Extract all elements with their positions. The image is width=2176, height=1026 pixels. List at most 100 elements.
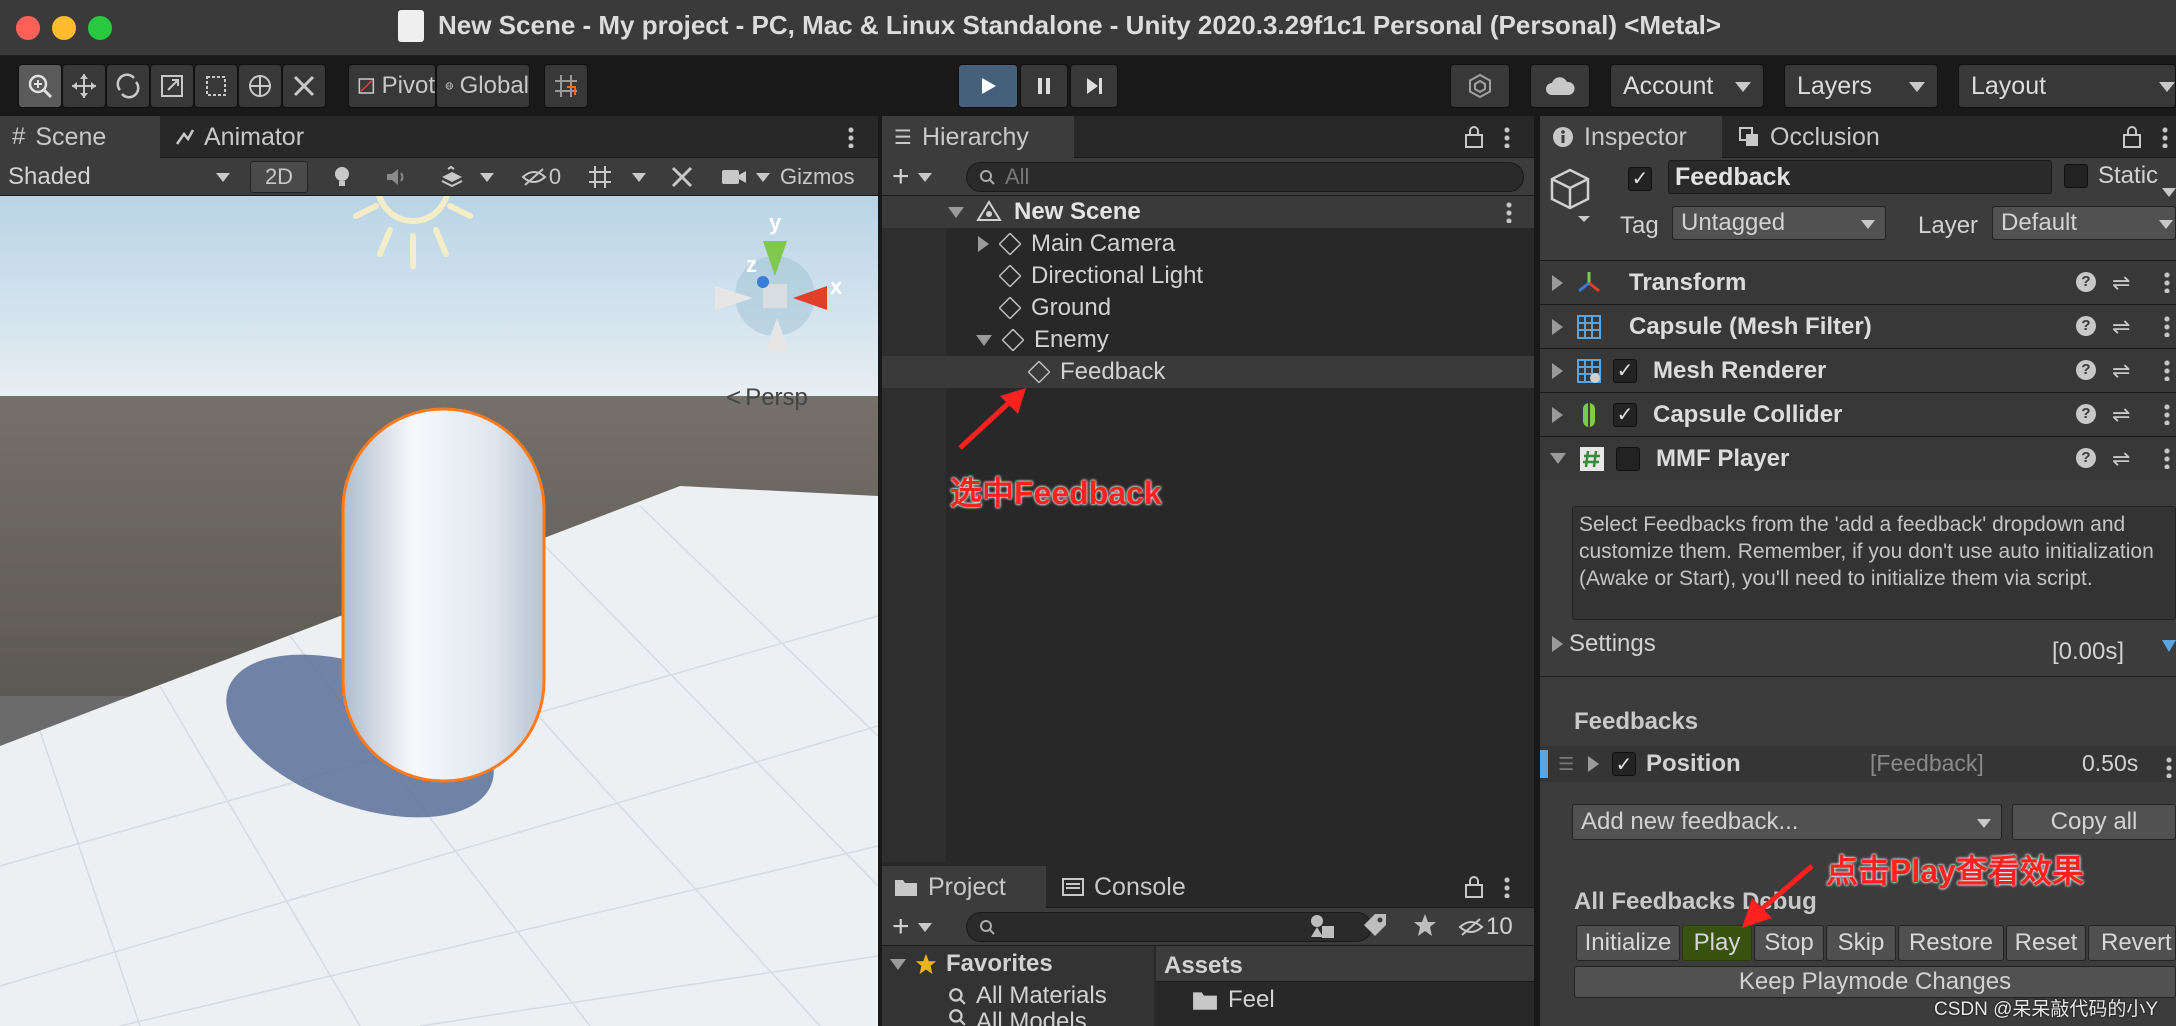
create-add-button[interactable]: +	[892, 160, 932, 193]
help-icon[interactable]: ?	[2076, 448, 2096, 468]
lock-icon[interactable]	[1464, 876, 1484, 905]
preset-sliders-icon[interactable]: ⇌	[2112, 270, 2130, 296]
favorite-star-icon[interactable]	[1412, 912, 1438, 945]
settings-foldout[interactable]: Settings	[1552, 630, 1656, 658]
maximize-window-button[interactable]	[88, 16, 112, 40]
project-create-button[interactable]: +	[892, 910, 932, 943]
effects-toggle[interactable]	[426, 161, 478, 193]
camera-dropdown[interactable]	[752, 161, 774, 193]
help-icon[interactable]: ?	[2076, 404, 2096, 424]
static-dropdown[interactable]	[2162, 176, 2176, 204]
audio-toggle[interactable]	[372, 161, 420, 193]
layout-dropdown[interactable]: Layout	[1958, 64, 2176, 108]
tab-inspector[interactable]: Inspector	[1540, 116, 1722, 158]
scene-root-item[interactable]: New Scene	[948, 196, 1141, 228]
hierarchy-item-directional-light[interactable]: Directional Light	[998, 260, 1203, 292]
tab-project[interactable]: Project	[882, 866, 1046, 908]
lock-icon[interactable]	[1464, 126, 1484, 155]
gizmos-dropdown[interactable]: Gizmos	[780, 161, 880, 193]
tab-scene[interactable]: # Scene	[0, 116, 160, 158]
hidden-objects-toggle[interactable]: 0	[510, 161, 572, 193]
grid-dropdown[interactable]	[626, 161, 652, 193]
view-tool-button[interactable]	[18, 64, 62, 108]
enabled-checkbox[interactable]: ✓	[1613, 402, 1637, 427]
scene-viewport[interactable]: y x z < Persp	[0, 196, 878, 1026]
reset-button[interactable]: Reset	[2006, 925, 2086, 961]
project-menu-icon[interactable]	[1504, 876, 1510, 898]
preset-sliders-icon[interactable]: ⇌	[2112, 314, 2130, 340]
favorites-folder[interactable]: Favorites	[890, 948, 1053, 980]
preset-sliders-icon[interactable]: ⇌	[2112, 402, 2130, 428]
help-icon[interactable]: ?	[2076, 272, 2096, 292]
projection-toggle[interactable]: < Persp	[726, 382, 808, 413]
effects-dropdown[interactable]	[476, 161, 498, 193]
close-window-button[interactable]	[16, 16, 40, 40]
help-icon[interactable]: ?	[2076, 316, 2096, 336]
component-menu-icon[interactable]	[2164, 403, 2170, 425]
rect-tool-button[interactable]	[194, 64, 238, 108]
tag-dropdown[interactable]: Untagged	[1672, 206, 1886, 240]
hierarchy-item-ground[interactable]: Ground	[998, 292, 1111, 324]
revert-button[interactable]: Revert	[2088, 925, 2176, 961]
object-name-field[interactable]: Feedback	[1668, 160, 2052, 194]
tab-animator[interactable]: Animator	[162, 116, 342, 158]
cloud-button[interactable]	[1530, 64, 1590, 108]
hierarchy-item-enemy[interactable]: Enemy	[976, 324, 1109, 356]
toggle-2d-button[interactable]: 2D	[250, 161, 308, 193]
rotate-tool-button[interactable]	[106, 64, 150, 108]
capsule-object[interactable]	[341, 407, 546, 783]
project-hidden-toggle[interactable]: 10	[1458, 911, 1513, 943]
drag-handle-icon[interactable]: ☰	[1558, 754, 1574, 775]
filter-type-icon[interactable]	[1308, 912, 1336, 947]
skip-button[interactable]: Skip	[1826, 925, 1896, 961]
hierarchy-search-input[interactable]: All	[966, 162, 1524, 192]
lock-icon[interactable]	[2122, 126, 2142, 155]
initialize-button[interactable]: Initialize	[1576, 925, 1680, 961]
favorite-all-models[interactable]: All Models	[948, 1008, 1087, 1026]
restore-button[interactable]: Restore	[1898, 925, 2004, 961]
enabled-checkbox[interactable]: ✓	[1613, 358, 1637, 383]
layers-dropdown[interactable]: Layers	[1784, 64, 1938, 108]
scene-camera-toggle[interactable]	[714, 161, 754, 193]
feedback-item-position[interactable]: ☰ ✓ Position [Feedback] 0.50s	[1540, 746, 2176, 782]
help-icon[interactable]: ?	[2076, 360, 2096, 380]
move-tool-button[interactable]	[62, 64, 106, 108]
hierarchy-menu-icon[interactable]	[1504, 126, 1510, 148]
copy-all-button[interactable]: Copy all	[2012, 804, 2176, 840]
feedback-enabled-checkbox[interactable]: ✓	[1612, 752, 1636, 776]
component-menu-icon[interactable]	[2164, 271, 2170, 293]
grid-snap-button[interactable]	[544, 64, 588, 108]
scene-row-menu-icon[interactable]	[1506, 201, 1512, 223]
active-checkbox[interactable]: ✓	[1628, 164, 1652, 192]
lighting-toggle[interactable]	[318, 161, 366, 193]
tab-console[interactable]: Console	[1050, 866, 1220, 908]
component-menu-icon[interactable]	[2164, 359, 2170, 381]
component-menu-icon[interactable]	[2164, 315, 2170, 337]
hierarchy-item-main-camera[interactable]: Main Camera	[978, 228, 1175, 260]
shading-mode-dropdown[interactable]: Shaded	[8, 161, 236, 193]
transform-tool-button[interactable]	[238, 64, 282, 108]
collab-button[interactable]	[1450, 64, 1510, 108]
step-button[interactable]	[1070, 64, 1118, 108]
custom-tool-button[interactable]	[282, 64, 326, 108]
static-checkbox[interactable]	[2064, 164, 2088, 195]
settings-expand-icon[interactable]	[2162, 640, 2176, 652]
account-dropdown[interactable]: Account	[1610, 64, 1764, 108]
layer-dropdown[interactable]: Default	[1992, 206, 2176, 240]
feedback-menu-icon[interactable]	[2166, 756, 2172, 778]
minimize-window-button[interactable]	[52, 16, 76, 40]
hierarchy-item-feedback[interactable]: Feedback	[1027, 356, 1165, 388]
play-button[interactable]	[958, 64, 1018, 108]
label-tag-icon[interactable]	[1362, 912, 1388, 945]
scene-tools-toggle[interactable]	[664, 161, 700, 193]
global-toggle[interactable]: Global	[436, 64, 530, 108]
pause-button[interactable]	[1020, 64, 1068, 108]
add-feedback-dropdown[interactable]: Add new feedback...	[1572, 804, 2002, 840]
preset-sliders-icon[interactable]: ⇌	[2112, 446, 2130, 472]
preset-sliders-icon[interactable]: ⇌	[2112, 358, 2130, 384]
tab-occlusion[interactable]: Occlusion	[1726, 116, 1916, 158]
component-menu-icon[interactable]	[2164, 447, 2170, 469]
scene-menu-icon[interactable]	[848, 126, 854, 148]
scale-tool-button[interactable]	[150, 64, 194, 108]
tab-hierarchy[interactable]: ☰ Hierarchy	[882, 116, 1074, 158]
